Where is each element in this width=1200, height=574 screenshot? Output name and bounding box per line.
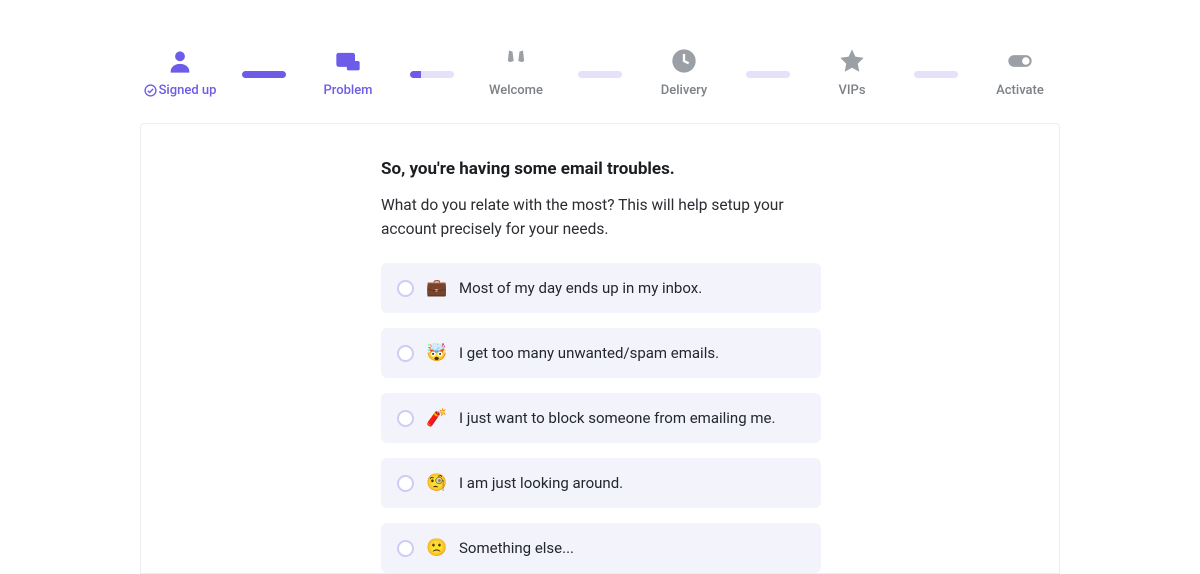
page-heading: So, you're having some email troubles. (381, 159, 821, 179)
connector (578, 71, 622, 78)
radio-input[interactable] (397, 410, 414, 427)
step-delivery[interactable]: Delivery (644, 45, 724, 98)
step-label: Activate (996, 83, 1044, 98)
option-label: I just want to block someone from emaili… (459, 409, 775, 427)
option-spam[interactable]: 🤯 I get too many unwanted/spam emails. (381, 328, 821, 378)
connector (242, 71, 286, 78)
user-icon (164, 45, 196, 77)
exploding-head-icon: 🤯 (426, 345, 447, 362)
step-welcome[interactable]: Welcome (476, 45, 556, 98)
content: So, you're having some email troubles. W… (381, 159, 821, 573)
step-vips[interactable]: VIPs (812, 45, 892, 98)
envelope-icon (332, 45, 364, 77)
option-label: I get too many unwanted/spam emails. (459, 344, 719, 362)
connector (746, 71, 790, 78)
step-label: Problem (323, 83, 372, 98)
monocle-icon: 🧐 (426, 475, 447, 492)
step-problem[interactable]: Problem (308, 45, 388, 98)
radio-input[interactable] (397, 540, 414, 557)
cheers-icon (500, 45, 532, 77)
star-icon (836, 45, 868, 77)
step-activate[interactable]: Activate (980, 45, 1060, 98)
option-other[interactable]: 🙁 Something else... (381, 523, 821, 573)
check-icon (144, 84, 157, 97)
radio-input[interactable] (397, 280, 414, 297)
step-label: Welcome (489, 83, 543, 98)
step-label: Delivery (661, 83, 707, 98)
option-label: Most of my day ends up in my inbox. (459, 279, 702, 297)
step-label: Signed up (159, 83, 217, 98)
connector (914, 71, 958, 78)
option-block[interactable]: 🧨 I just want to block someone from emai… (381, 393, 821, 443)
toggle-icon (1004, 45, 1036, 77)
option-label: Something else... (459, 539, 574, 557)
progress-stepper: Signed up Problem Welcome Delivery VIPs (0, 0, 1200, 98)
option-label: I am just looking around. (459, 474, 623, 492)
step-signed-up[interactable]: Signed up (140, 45, 220, 98)
clock-icon (668, 45, 700, 77)
connector (410, 71, 454, 78)
option-looking[interactable]: 🧐 I am just looking around. (381, 458, 821, 508)
frown-icon: 🙁 (426, 540, 447, 557)
page-subtext: What do you relate with the most? This w… (381, 193, 821, 241)
option-inbox-time[interactable]: 💼 Most of my day ends up in my inbox. (381, 263, 821, 313)
radio-input[interactable] (397, 345, 414, 362)
options-list: 💼 Most of my day ends up in my inbox. 🤯 … (381, 263, 821, 573)
briefcase-icon: 💼 (426, 280, 447, 297)
onboarding-card: So, you're having some email troubles. W… (140, 123, 1060, 574)
radio-input[interactable] (397, 475, 414, 492)
firecracker-icon: 🧨 (426, 410, 447, 427)
step-label: VIPs (838, 83, 865, 98)
